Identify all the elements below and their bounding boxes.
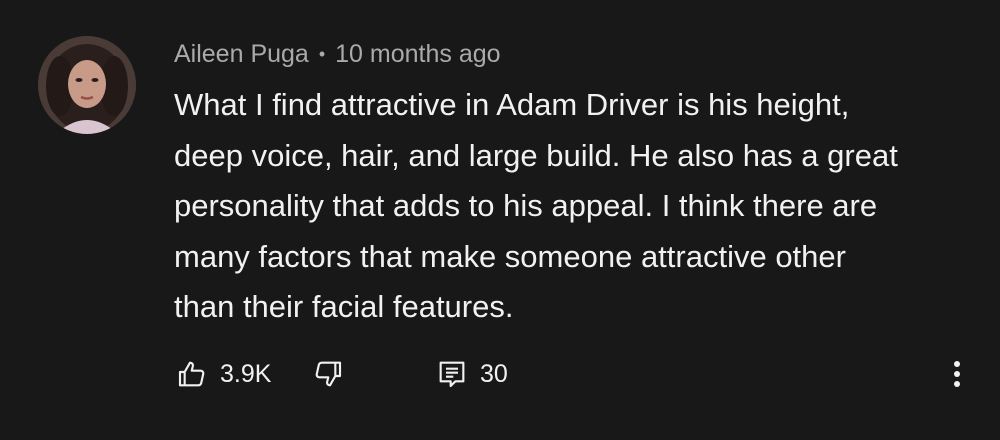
comment-text-line: than their facial features. xyxy=(174,289,514,324)
more-options-button[interactable] xyxy=(946,352,968,396)
comment-text-line: deep voice, hair, and large build. He al… xyxy=(174,137,898,173)
meta-separator: • xyxy=(318,43,326,64)
comment-header: Aileen Puga • 10 months ago xyxy=(174,38,501,70)
thumbs-down-icon xyxy=(315,361,342,387)
like-button[interactable]: 3.9K xyxy=(176,352,271,396)
author-name[interactable]: Aileen Puga xyxy=(174,40,309,69)
comment-icon xyxy=(439,361,465,388)
comment-text-line: What I find attractive in Adam Driver is… xyxy=(174,87,850,122)
thumbs-up-icon xyxy=(178,361,205,387)
replies-button[interactable]: 30 xyxy=(436,352,508,396)
comment-text-line: personality that adds to his appeal. I t… xyxy=(174,188,878,223)
reply-count: 30 xyxy=(480,359,508,388)
comment-text: What I find attractive in Adam Driver is… xyxy=(174,80,974,333)
timestamp[interactable]: 10 months ago xyxy=(335,40,500,69)
comment-text-line: many factors that make someone attractiv… xyxy=(174,238,846,274)
comment-item: Aileen Puga • 10 months ago What I find … xyxy=(0,0,1000,440)
avatar-image xyxy=(38,36,136,134)
more-vert-icon xyxy=(954,361,960,387)
like-count: 3.9K xyxy=(220,359,272,388)
dislike-button[interactable] xyxy=(312,352,344,396)
comment-action-bar: 3.9K 30 xyxy=(0,352,1000,396)
avatar[interactable] xyxy=(38,36,136,134)
